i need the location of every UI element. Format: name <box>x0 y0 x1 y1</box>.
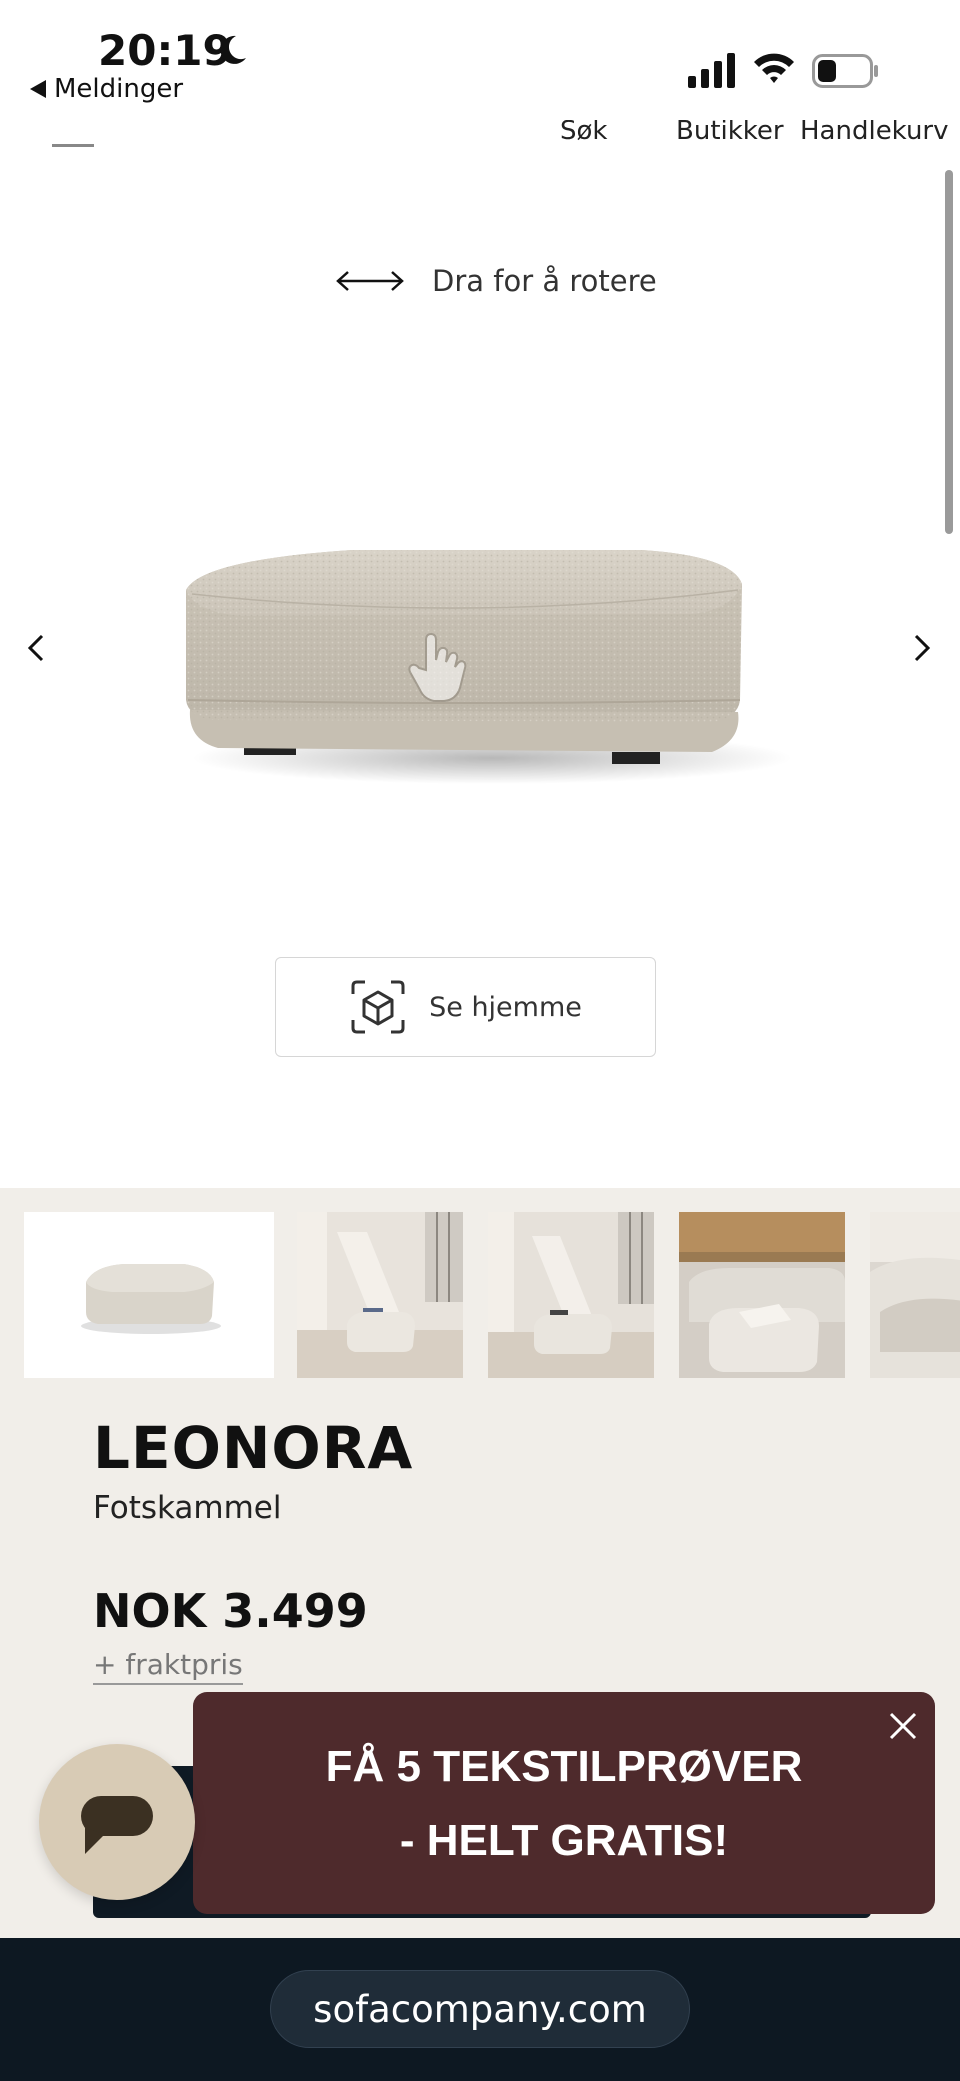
browser-bar: sofacompany.com <box>0 1938 960 2081</box>
rotate-hint: Dra for å rotere <box>334 264 657 298</box>
back-to-messages-link[interactable]: Meldinger <box>30 74 183 104</box>
thumbnail-room-2[interactable] <box>488 1212 654 1378</box>
rotate-hint-label: Dra for å rotere <box>432 264 657 298</box>
shipping-price-link[interactable]: + fraktpris <box>93 1648 243 1685</box>
product-price: NOK 3.499 <box>93 1584 368 1638</box>
status-bar: 20:19 Meldinger <box>0 0 960 120</box>
promo-line-1: FÅ 5 TEKSTILPRØVER <box>325 1742 803 1791</box>
menu-icon[interactable] <box>52 144 94 147</box>
battery-icon <box>812 54 878 88</box>
site-nav: Søk Butikker Handlekurv <box>0 120 960 156</box>
nav-cart-link[interactable]: Handlekurv <box>800 120 949 146</box>
promo-banner[interactable]: FÅ 5 TEKSTILPRØVER - HELT GRATIS! <box>193 1692 935 1914</box>
thumbnail-room-3[interactable] <box>679 1212 845 1378</box>
promo-line-2: - HELT GRATIS! <box>399 1816 729 1865</box>
next-image-icon[interactable] <box>910 630 934 666</box>
thumbnail-strip[interactable] <box>24 1212 960 1380</box>
chat-bubble-icon <box>81 1796 153 1854</box>
nav-stores-link[interactable]: Butikker <box>676 120 784 146</box>
chat-button[interactable] <box>39 1744 195 1900</box>
back-app-label: Meldinger <box>54 74 184 104</box>
product-name: LEONORA <box>93 1414 414 1482</box>
address-bar-url: sofacompany.com <box>313 1987 647 2031</box>
product-type: Fotskammel <box>93 1490 282 1526</box>
product-3d-render[interactable] <box>172 500 792 790</box>
status-time: 20:19 <box>98 26 232 75</box>
promo-text: FÅ 5 TEKSTILPRØVER - HELT GRATIS! <box>193 1730 935 1878</box>
moon-icon <box>220 35 246 64</box>
rotate-arrows-icon <box>336 271 404 291</box>
cellular-signal-icon <box>688 53 735 88</box>
thumbnail-product-white[interactable] <box>24 1212 274 1378</box>
wifi-icon <box>754 53 794 83</box>
back-triangle-icon <box>30 80 46 98</box>
thumbnail-room-4[interactable] <box>870 1212 960 1378</box>
nav-search-link[interactable]: Søk <box>560 120 607 146</box>
close-icon[interactable] <box>885 1708 921 1744</box>
view-in-ar-button[interactable]: Se hjemme <box>275 957 656 1057</box>
ar-button-label: Se hjemme <box>429 991 582 1023</box>
previous-image-icon[interactable] <box>24 630 48 666</box>
thumbnail-room-1[interactable] <box>297 1212 463 1378</box>
address-bar[interactable]: sofacompany.com <box>270 1970 690 2048</box>
ar-cube-icon <box>351 980 405 1034</box>
page-scrollbar[interactable] <box>945 170 953 534</box>
